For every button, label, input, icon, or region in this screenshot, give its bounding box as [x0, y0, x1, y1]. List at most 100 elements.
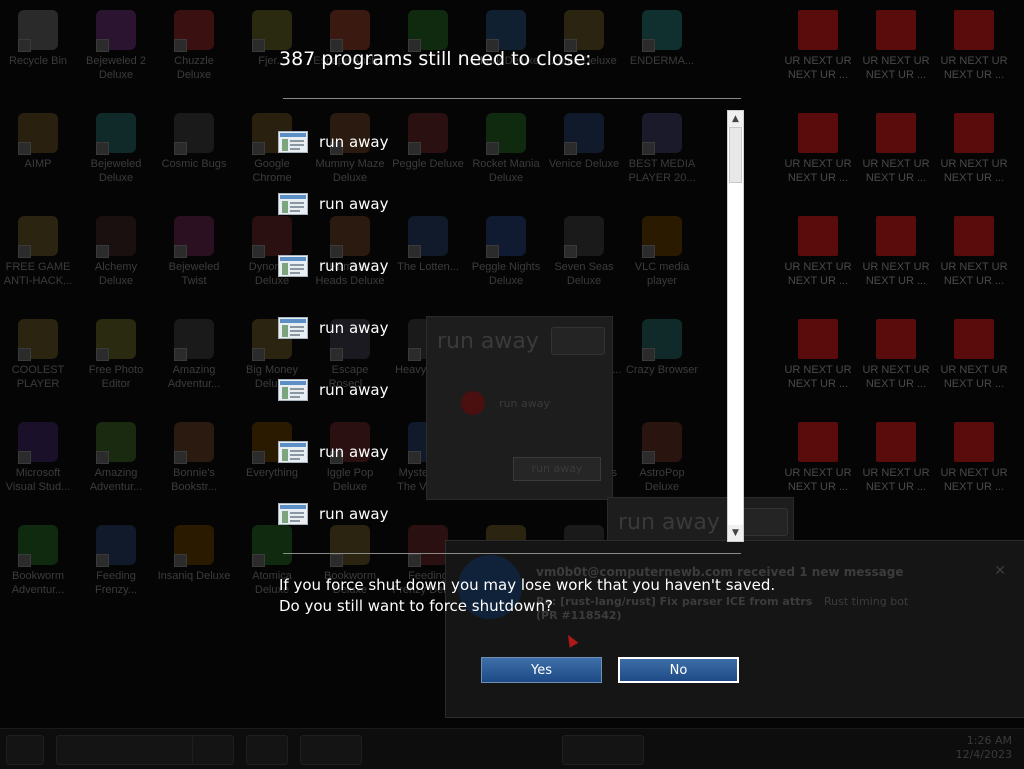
- program-list-item: run away: [278, 437, 388, 467]
- desktop-icon-red: UR NEXT UR NEXT UR ...: [780, 6, 856, 106]
- program-window-icon: [278, 441, 308, 463]
- red-square-icon: [954, 422, 994, 462]
- desktop-icon: Bonnie's Bookstr...: [156, 418, 232, 518]
- app-icon: [174, 422, 214, 464]
- desktop-icon-label: Microsoft Visual Stud...: [5, 467, 71, 493]
- scroll-up-icon[interactable]: ▲: [728, 111, 743, 127]
- shortcut-arrow-icon: [18, 142, 31, 155]
- desktop-icon: Free Photo Editor: [78, 315, 154, 415]
- desktop-icon: Bejeweled Deluxe: [78, 109, 154, 209]
- app-icon: [642, 10, 682, 52]
- taskbar-app-calendar: [246, 735, 288, 765]
- app-icon: [330, 10, 370, 52]
- program-name: run away: [319, 257, 389, 275]
- program-list-item: run away: [278, 313, 388, 343]
- desktop-icon: Microsoft Visual Stud...: [0, 418, 76, 518]
- desktop-icon: COOLEST PLAYER: [0, 315, 76, 415]
- app-icon: [18, 525, 58, 567]
- shortcut-arrow-icon: [96, 39, 109, 52]
- program-window-icon: [278, 131, 308, 153]
- red-square-icon: [876, 10, 916, 50]
- desktop-icon-label: UR NEXT UR NEXT UR ...: [940, 467, 1008, 493]
- shortcut-arrow-icon: [96, 142, 109, 155]
- shortcut-arrow-icon: [174, 451, 187, 464]
- scrollbar-thumb[interactable]: [729, 127, 742, 183]
- desktop-icon-label: UR NEXT UR NEXT UR ...: [940, 364, 1008, 390]
- app-icon: [96, 216, 136, 258]
- shortcut-arrow-icon: [252, 554, 265, 567]
- shortcut-arrow-icon: [252, 39, 265, 52]
- app-icon: [174, 525, 214, 567]
- desktop-icon-red: UR NEXT UR NEXT UR ...: [858, 109, 934, 209]
- red-square-icon: [876, 216, 916, 256]
- program-list-item: run away: [278, 251, 388, 281]
- desktop-icon: ENDERMA...: [624, 6, 700, 106]
- desktop-icon-label: UR NEXT UR NEXT UR ...: [784, 467, 852, 493]
- desktop-icon-label: FREE GAME ANTI-HACK...: [3, 261, 73, 287]
- program-window-icon: [278, 193, 308, 215]
- warning-line-2: Do you still want to force shutdown?: [279, 597, 553, 615]
- shutdown-title: 387 programs still need to close:: [279, 48, 592, 70]
- top-divider: [283, 98, 741, 99]
- program-list-item: run away: [278, 499, 388, 529]
- desktop-icon: Feeding Frenzy...: [78, 521, 154, 621]
- red-square-icon: [876, 319, 916, 359]
- app-icon: [96, 319, 136, 361]
- program-name: run away: [319, 319, 389, 337]
- taskbar-app-window: [300, 735, 362, 765]
- shortcut-arrow-icon: [18, 451, 31, 464]
- desktop-icon-label: Cosmic Bugs: [161, 158, 227, 170]
- desktop-icon-label: Feeding Frenzy...: [95, 570, 137, 596]
- taskbar-app-chrome: [192, 735, 234, 765]
- red-square-icon: [798, 319, 838, 359]
- desktop-icon-red: UR NEXT UR NEXT UR ...: [936, 212, 1012, 312]
- desktop-icon-red: UR NEXT UR NEXT UR ...: [780, 212, 856, 312]
- email-notification-toast: vm0b0t@computernewb.com received 1 new m…: [445, 540, 1024, 718]
- app-icon: [18, 113, 58, 155]
- app-icon: [18, 422, 58, 464]
- taskbar: 1:26 AM 12/4/2023: [0, 728, 1024, 769]
- shortcut-arrow-icon: [18, 554, 31, 567]
- taskbar-app-green: [562, 735, 644, 765]
- no-button[interactable]: No: [618, 657, 739, 683]
- app-icon: [96, 525, 136, 567]
- desktop-icon: Amazing Adventur...: [78, 418, 154, 518]
- shortcut-arrow-icon: [18, 245, 31, 258]
- red-square-icon: [954, 216, 994, 256]
- app-icon: [18, 10, 58, 52]
- program-list-scrollbar[interactable]: ▲ ▼: [727, 110, 744, 542]
- red-square-icon: [798, 422, 838, 462]
- desktop-icon-label: Amazing Adventur...: [89, 467, 143, 493]
- desktop-icon-label: Insaniq Deluxe: [157, 570, 231, 582]
- warning-line-1: If you force shut down you may lose work…: [279, 576, 776, 594]
- app-icon: [96, 113, 136, 155]
- program-window-icon: [278, 379, 308, 401]
- program-window-icon: [278, 503, 308, 525]
- desktop-icon-label: UR NEXT UR NEXT UR ...: [940, 158, 1008, 184]
- shortcut-arrow-icon: [18, 348, 31, 361]
- program-list[interactable]: run away run away run away run away run away…: [278, 110, 726, 542]
- scroll-down-icon[interactable]: ▼: [728, 525, 743, 541]
- desktop-icon: Insaniq Deluxe: [156, 521, 232, 621]
- desktop-icon-label: UR NEXT UR NEXT UR ...: [784, 364, 852, 390]
- shortcut-arrow-icon: [96, 451, 109, 464]
- shortcut-arrow-icon: [96, 554, 109, 567]
- red-square-icon: [954, 113, 994, 153]
- desktop-icon: Cosmic Bugs: [156, 109, 232, 209]
- shortcut-arrow-icon: [252, 451, 265, 464]
- red-square-icon: [798, 10, 838, 50]
- shortcut-arrow-icon: [408, 554, 421, 567]
- app-icon: [18, 216, 58, 258]
- notification-tag: Rust timing bot: [824, 595, 909, 608]
- desktop-icon-label: UR NEXT UR NEXT UR ...: [784, 261, 852, 287]
- app-icon: [408, 10, 448, 52]
- desktop-icon-label: ENDERMA...: [629, 55, 695, 67]
- desktop-icon-label: AIMP: [24, 158, 52, 170]
- program-name: run away: [319, 381, 389, 399]
- program-list-item: run away: [278, 127, 388, 157]
- desktop-icon-label: Amazing Adventur...: [167, 364, 221, 390]
- shortcut-arrow-icon: [18, 39, 31, 52]
- desktop-icon-label: Bejeweled Twist: [168, 261, 220, 287]
- yes-button[interactable]: Yes: [481, 657, 602, 683]
- shortcut-arrow-icon: [96, 245, 109, 258]
